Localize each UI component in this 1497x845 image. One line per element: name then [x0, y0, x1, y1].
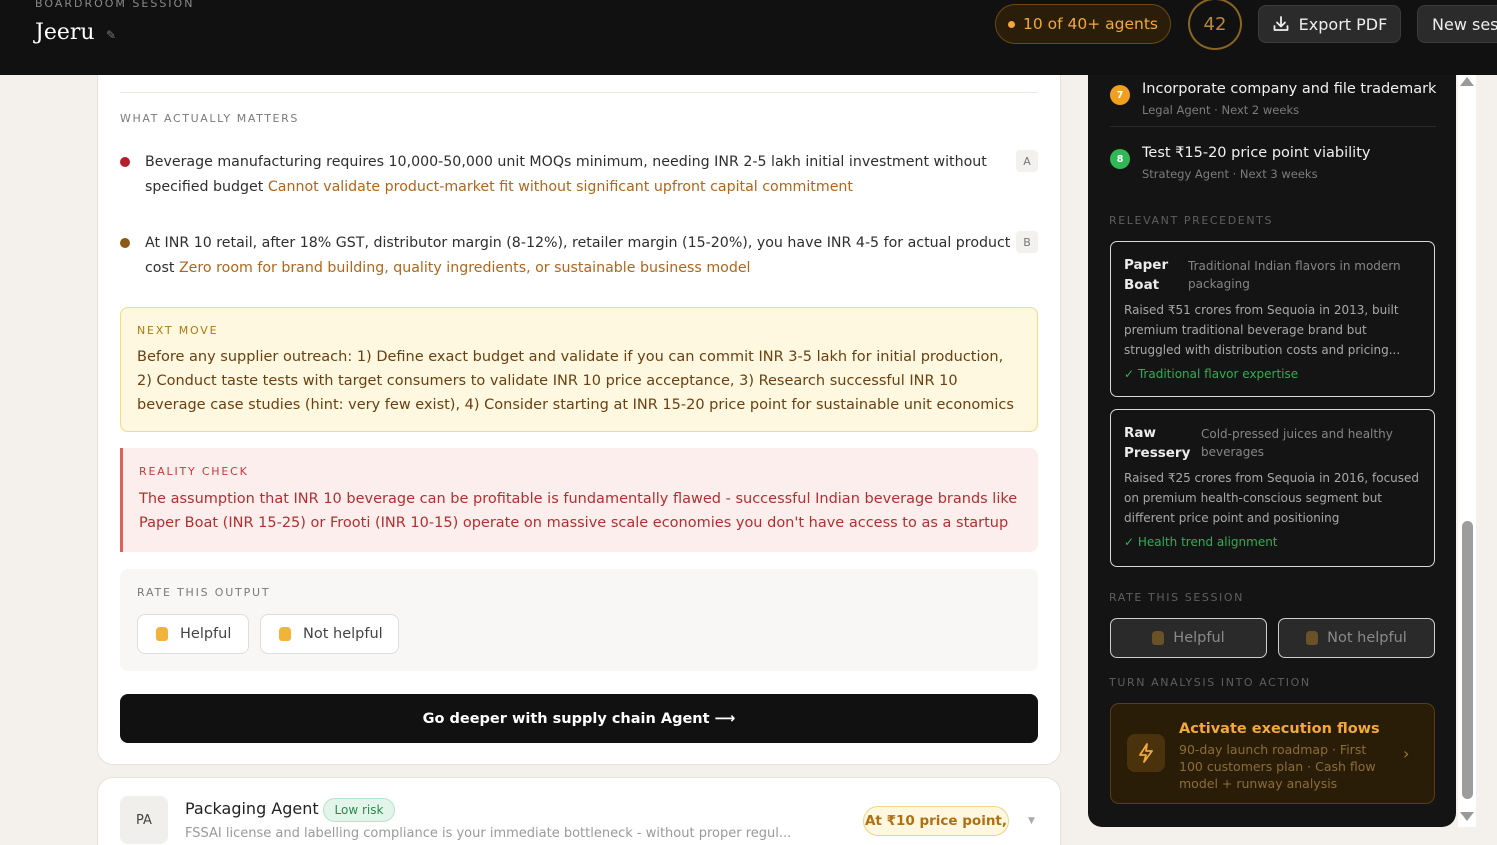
helpful-label: Helpful — [1173, 630, 1225, 646]
matter-tag: B — [1016, 231, 1038, 253]
session-label: BOARDROOM SESSION — [35, 0, 195, 10]
matter-text: At INR 10 retail, after 18% GST, distrib… — [145, 235, 1011, 276]
thumbs-down-icon — [279, 627, 291, 641]
precedent-description: Cold-pressed juices and healthy beverage… — [1201, 427, 1393, 459]
precedent-card[interactable]: Raw Pressery Cold-pressed juices and heal… — [1110, 409, 1435, 567]
not-helpful-button[interactable]: Not helpful — [260, 614, 399, 654]
matter-item: At INR 10 retail, after 18% GST, distrib… — [120, 231, 1040, 281]
divider — [120, 92, 1038, 93]
rate-session-label: RATE THIS SESSION — [1109, 591, 1244, 604]
step-meta: Legal Agent · Next 2 weeks — [1142, 103, 1300, 117]
session-score: 42 — [1188, 0, 1242, 50]
helpful-button[interactable]: Helpful — [137, 614, 249, 654]
risk-badge: Low risk — [323, 798, 395, 822]
agents-count-pill[interactable]: 10 of 40+ agents — [995, 4, 1171, 44]
precedents-label: RELEVANT PRECEDENTS — [1109, 214, 1274, 227]
rate-output-label: RATE THIS OUTPUT — [137, 586, 271, 599]
lightning-icon — [1127, 734, 1165, 772]
precedent-check: ✓ Health trend alignment — [1124, 535, 1278, 549]
export-pdf-label: Export PDF — [1298, 14, 1388, 34]
step-title: Incorporate company and file trademark — [1142, 81, 1437, 97]
thumbs-up-icon — [156, 627, 168, 641]
export-pdf-button[interactable]: Export PDF — [1258, 5, 1401, 43]
brand-logo[interactable]: Jeeru — [35, 20, 95, 45]
scroll-up-arrow-icon[interactable] — [1460, 77, 1474, 86]
expand-caret-icon[interactable]: ▼ — [1028, 816, 1035, 826]
session-helpful-button[interactable]: Helpful — [1110, 618, 1267, 658]
bullet-icon — [120, 157, 130, 167]
agent-name: Packaging Agent — [185, 799, 319, 818]
step-meta: Strategy Agent · Next 3 weeks — [1142, 167, 1318, 181]
download-icon — [1273, 16, 1289, 31]
right-panel: 7 Incorporate company and file trademark… — [1088, 75, 1456, 827]
matter-text: Beverage manufacturing requires 10,000-5… — [145, 154, 987, 195]
thumbs-up-icon — [1152, 631, 1165, 645]
action-step[interactable]: 7 Incorporate company and file trademark… — [1110, 77, 1436, 129]
matter-tag: A — [1016, 150, 1038, 172]
precedent-description: Traditional Indian flavors in modern pac… — [1188, 259, 1401, 291]
next-move-label: NEXT MOVE — [137, 324, 219, 337]
agent-summary: FSSAI license and labelling compliance i… — [185, 826, 792, 841]
action-step[interactable]: 8 Test ₹15-20 price point viability Stra… — [1110, 141, 1436, 193]
activate-description: 90-day launch roadmap · First 100 custom… — [1179, 742, 1376, 791]
next-move-text: Before any supplier outreach: 1) Define … — [137, 349, 1014, 413]
scrollbar-thumb[interactable] — [1462, 521, 1473, 799]
step-number: 7 — [1110, 85, 1130, 105]
helpful-label: Helpful — [180, 626, 232, 642]
new-session-button[interactable]: New session — [1417, 5, 1497, 43]
packaging-agent-card[interactable]: PA Packaging Agent Low risk FSSAI licens… — [97, 777, 1061, 845]
price-point-pill: At ₹10 price point, — [863, 806, 1009, 836]
chevron-right-icon: › — [1403, 744, 1410, 763]
activate-execution-flows-button[interactable]: Activate execution flows 90-day launch r… — [1110, 703, 1435, 804]
step-number: 8 — [1110, 149, 1130, 169]
matter-item: Beverage manufacturing requires 10,000-5… — [120, 150, 1040, 200]
not-helpful-label: Not helpful — [303, 626, 383, 642]
precedent-check: ✓ Traditional flavor expertise — [1124, 367, 1299, 381]
precedent-body: Raised ₹51 crores from Sequoia in 2013, … — [1124, 303, 1401, 357]
status-dot-icon — [1007, 20, 1015, 28]
agents-count-label: 10 of 40+ agents — [1022, 15, 1158, 33]
agent-avatar: PA — [120, 796, 168, 844]
activate-title: Activate execution flows — [1179, 721, 1380, 737]
pencil-icon[interactable]: ✎ — [106, 28, 116, 42]
top-bar: BOARDROOM SESSION Jeeru ✎ 10 of 40+ agen… — [0, 0, 1497, 75]
what-matters-label: WHAT ACTUALLY MATTERS — [120, 112, 299, 125]
not-helpful-label: Not helpful — [1327, 630, 1407, 646]
session-not-helpful-button[interactable]: Not helpful — [1278, 618, 1435, 658]
thumbs-down-icon — [1306, 631, 1319, 645]
precedent-name: Raw Pressery — [1124, 425, 1191, 461]
bullet-icon — [120, 238, 130, 248]
reality-check-label: REALITY CHECK — [139, 465, 249, 478]
precedent-card[interactable]: Paper Boat Traditional Indian flavors in … — [1110, 241, 1435, 397]
scrollbar[interactable] — [1458, 75, 1476, 827]
precedent-name: Paper Boat — [1124, 257, 1169, 293]
reality-check-box: REALITY CHECK The assumption that INR 10… — [120, 448, 1038, 552]
scroll-down-arrow-icon[interactable] — [1460, 812, 1474, 821]
go-deeper-button[interactable]: Go deeper with supply chain Agent ⟶ — [120, 694, 1038, 743]
rate-output-box: RATE THIS OUTPUT Helpful Not helpful — [120, 569, 1038, 671]
agent-output-card: WHAT ACTUALLY MATTERS Beverage manufactu… — [97, 75, 1061, 765]
next-move-box: NEXT MOVE Before any supplier outreach: … — [120, 307, 1038, 432]
action-label: TURN ANALYSIS INTO ACTION — [1109, 676, 1311, 689]
reality-check-text: The assumption that INR 10 beverage can … — [139, 491, 1018, 531]
precedent-body: Raised ₹25 crores from Sequoia in 2016, … — [1124, 471, 1420, 525]
step-title: Test ₹15-20 price point viability — [1142, 145, 1371, 161]
divider — [1110, 126, 1436, 127]
